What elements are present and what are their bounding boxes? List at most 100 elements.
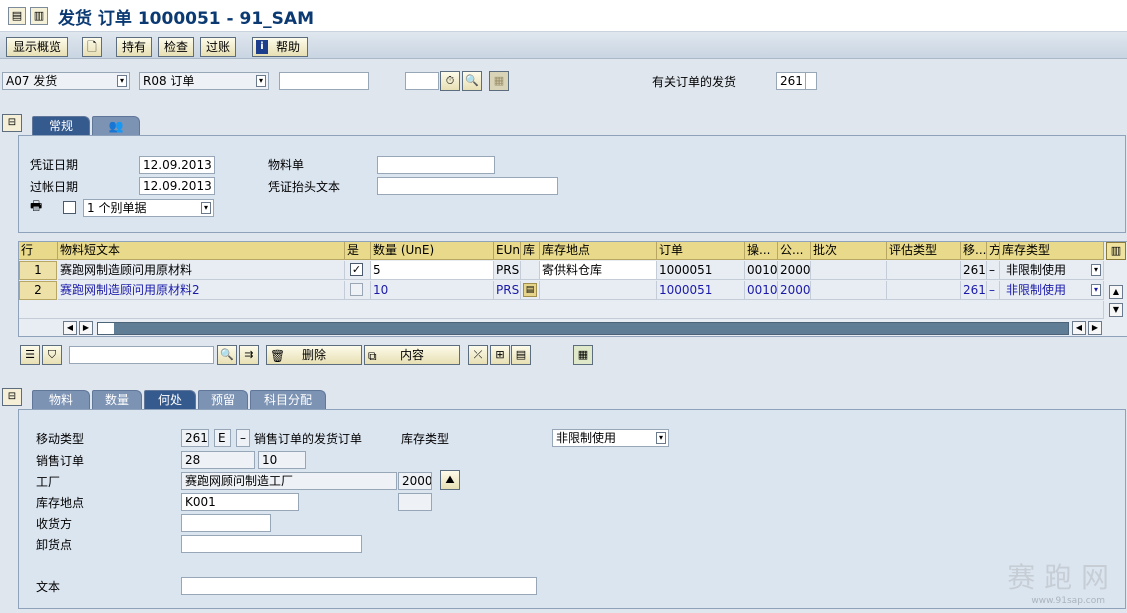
col-op[interactable]: 操... <box>745 242 778 260</box>
col-order[interactable]: 订单 <box>657 242 745 260</box>
post-button[interactable]: 过账 <box>200 37 236 57</box>
col-qty[interactable]: 数量 (UnE) <box>371 242 494 260</box>
contents-button[interactable]: ⧉ 内容 <box>364 345 460 365</box>
doc-date-input[interactable]: 12.09.2013 <box>139 156 215 174</box>
stock-type-value: 非限制使用 <box>1006 283 1067 297</box>
col-text[interactable]: 物料短文本 <box>58 242 345 260</box>
people-icon: 👥 <box>108 119 124 133</box>
row-selector[interactable]: 2 <box>19 281 57 300</box>
col-stocktype[interactable]: 库存类型 <box>1000 242 1104 260</box>
show-overview-button[interactable]: 显示概览 <box>6 37 68 57</box>
print-checkbox[interactable] <box>63 201 76 214</box>
batch-icon[interactable]: ▤ <box>511 345 531 365</box>
item-ok-checkbox[interactable]: ✓ <box>350 263 363 276</box>
menu-icon[interactable]: ▤ <box>8 7 26 25</box>
printer-icon: 🖶 <box>30 199 43 214</box>
items-table: 行 物料短文本 是 数量 (UnE) EUn 库 库存地点 订单 操... 公.… <box>18 241 1127 337</box>
print-option-select[interactable]: 1 个别单据 ▾ <box>83 199 214 217</box>
search-icon[interactable]: 🔍 <box>462 71 482 91</box>
col-unit[interactable]: EUn <box>494 242 521 260</box>
layout-icon[interactable]: ▥ <box>30 7 48 25</box>
stock-type-select[interactable]: 非限制使用 ▾ <box>1000 281 1104 300</box>
hold-button[interactable]: 持有 <box>116 37 152 57</box>
plant-label: 工厂 <box>36 475 61 489</box>
split-icon[interactable]: ⤫ <box>468 345 488 365</box>
scroll-right-end-icon[interactable]: ▶ <box>1088 321 1102 335</box>
col-ok[interactable]: 是 <box>345 242 371 260</box>
collapse-header-icon[interactable]: ⊟ <box>2 114 22 132</box>
scroll-right-icon[interactable]: ▶ <box>79 321 93 335</box>
reference-select[interactable]: R08 订单 ▾ <box>139 72 269 90</box>
horizontal-scrollbar[interactable] <box>97 322 1069 335</box>
scroll-down-icon[interactable]: ▼ <box>1109 303 1123 317</box>
add-item-icon[interactable]: ▦ <box>573 345 593 365</box>
doc-date-label: 凭证日期 <box>30 158 79 172</box>
action-select[interactable]: A07 发货 ▾ <box>2 72 130 90</box>
empty-row <box>19 301 1104 319</box>
tree-icon[interactable]: ⊞ <box>490 345 510 365</box>
col-valtype[interactable]: 评估类型 <box>887 242 961 260</box>
new-document-icon[interactable]: 🗋 <box>82 37 102 57</box>
find-icon[interactable]: 🔍 <box>217 345 237 365</box>
detail-stock-type-select[interactable]: 非限制使用 ▾ <box>552 429 669 447</box>
stock-type-select[interactable]: 非限制使用 ▾ <box>1000 261 1104 280</box>
column-config-icon[interactable]: ▥ <box>1106 242 1126 260</box>
tab-reservation[interactable]: 预留 <box>198 390 248 410</box>
grid-search-input[interactable] <box>69 346 214 364</box>
movement-type-input[interactable]: 261 <box>776 72 806 90</box>
scroll-up-icon[interactable]: ▲ <box>1109 285 1123 299</box>
text-label: 文本 <box>36 580 61 594</box>
storage-icon[interactable]: ▤ <box>523 283 537 297</box>
sales-order-item-value: 10 <box>258 451 306 469</box>
grid-icon[interactable]: ▦ <box>489 71 509 91</box>
plant-detail-icon[interactable]: ⛰ <box>440 470 460 490</box>
title-bar: ▤ ▥ 发货 订单 1000051 - 91_SAM <box>0 0 1127 32</box>
scroll-left-icon[interactable]: ◀ <box>63 321 77 335</box>
tab-account-assignment[interactable]: 科目分配 <box>250 390 326 410</box>
movement-ind-input[interactable] <box>805 72 817 90</box>
header-text-input[interactable] <box>377 177 558 195</box>
help-button[interactable]: i 帮助 <box>252 37 308 57</box>
col-batch[interactable]: 批次 <box>811 242 887 260</box>
recipient-input[interactable] <box>181 514 271 532</box>
sloc-input[interactable]: 寄供料仓库 <box>540 261 657 280</box>
check-button[interactable]: 检查 <box>158 37 194 57</box>
find-next-icon[interactable]: ⇉ <box>239 345 259 365</box>
tab-partners[interactable]: 👥 <box>92 116 140 136</box>
col-line[interactable]: 行 <box>19 242 58 260</box>
reference-item-input[interactable] <box>405 72 439 90</box>
col-stor[interactable]: 库 <box>521 242 540 260</box>
col-plant[interactable]: 公... <box>778 242 811 260</box>
execute-icon[interactable]: ⏱ <box>440 71 460 91</box>
delete-label: 删除 <box>301 348 326 362</box>
table-cell-op: 0010 <box>745 261 778 280</box>
mvt-sign-value: – <box>236 429 250 447</box>
unloading-label: 卸货点 <box>36 538 73 552</box>
col-mvt[interactable]: 移... <box>961 242 987 260</box>
table-cell-unit: PRS <box>494 261 521 280</box>
col-sign[interactable]: 方 <box>987 242 1000 260</box>
unloading-input[interactable] <box>181 535 362 553</box>
collapse-detail-icon[interactable]: ⊟ <box>2 388 22 406</box>
filter-icon[interactable]: ⛉ <box>42 345 62 365</box>
row-selector[interactable]: 1 <box>19 261 57 280</box>
sloc-input[interactable]: K001 <box>181 493 299 511</box>
tab-material[interactable]: 物料 <box>32 390 90 410</box>
qty-input[interactable]: 5 <box>371 261 494 280</box>
detail-stock-type-value: 非限制使用 <box>556 431 617 445</box>
delete-button[interactable]: 🗑 删除 <box>266 345 362 365</box>
scroll-left-end-icon[interactable]: ◀ <box>1072 321 1086 335</box>
scroll-thumb[interactable] <box>98 323 114 334</box>
table-cell-sloc <box>540 281 657 300</box>
tab-general[interactable]: 常规 <box>32 116 90 136</box>
tab-where[interactable]: 何处 <box>144 390 196 410</box>
text-input[interactable] <box>181 577 537 595</box>
reference-number-input[interactable] <box>279 72 369 90</box>
select-all-icon[interactable]: ☰ <box>20 345 40 365</box>
material-slip-input[interactable] <box>377 156 495 174</box>
col-sloc[interactable]: 库存地点 <box>540 242 657 260</box>
table-cell-valtype <box>887 261 961 280</box>
tab-quantity[interactable]: 数量 <box>92 390 142 410</box>
post-date-input[interactable]: 12.09.2013 <box>139 177 215 195</box>
table-cell-mvt: 261 <box>961 261 987 280</box>
